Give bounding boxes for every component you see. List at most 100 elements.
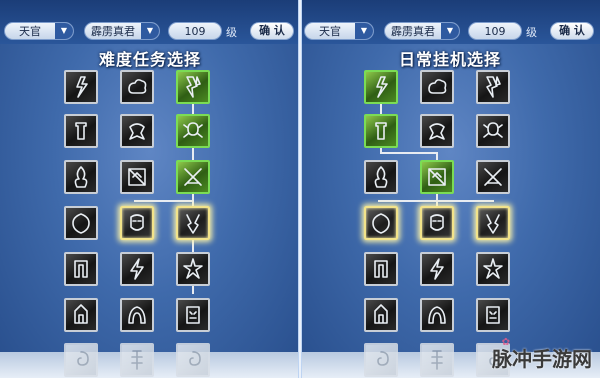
chevron-down-icon[interactable]: ▼ — [441, 23, 459, 39]
skill-glyph — [184, 168, 202, 186]
skill-glyph — [486, 76, 501, 98]
skill-glyph — [128, 168, 146, 186]
spider-skill-icon[interactable] — [176, 114, 210, 148]
skill-glyph — [428, 168, 446, 186]
beast-skill-icon[interactable] — [420, 114, 454, 148]
sigil-skill-icon[interactable] — [420, 343, 454, 377]
swirl-skill-icon[interactable] — [176, 343, 210, 377]
shield-skill-icon[interactable] — [364, 206, 398, 240]
sigil-skill-icon[interactable] — [120, 343, 154, 377]
level-unit-label: 级 — [526, 26, 537, 39]
storm-skill-icon[interactable] — [476, 206, 510, 240]
beast-skill-icon[interactable] — [120, 114, 154, 148]
skill-glyph — [74, 304, 88, 324]
faction-select[interactable]: 天官 ▼ — [304, 22, 374, 40]
panel-title: 难度任务选择 — [98, 50, 201, 69]
bolt-skill-icon[interactable] — [420, 252, 454, 286]
daily-idle-panel: 天官 ▼ 霹雳真君 ▼ 109 级 确 认 日常挂机选择 — [300, 0, 600, 378]
skill-glyph — [76, 76, 88, 98]
character-select[interactable]: 霹雳真君 ▼ — [84, 22, 160, 40]
skill-glyph — [374, 304, 388, 324]
skill-glyph — [128, 79, 147, 94]
arch-skill-icon[interactable] — [420, 298, 454, 332]
gate-skill-icon[interactable] — [364, 252, 398, 286]
connector-line — [134, 200, 194, 202]
skill-glyph — [486, 306, 500, 324]
rune-skill-icon[interactable] — [120, 160, 154, 194]
thunder-skill-icon[interactable] — [176, 70, 210, 104]
swirl-skill-icon[interactable] — [64, 343, 98, 377]
shield-skill-icon[interactable] — [64, 206, 98, 240]
faction-value: 天官 — [19, 25, 41, 38]
skill-glyph — [429, 123, 445, 140]
confirm-button[interactable]: 确 认 — [550, 22, 594, 40]
burst-skill-icon[interactable] — [176, 252, 210, 286]
cloud-skill-icon[interactable] — [120, 70, 154, 104]
skill-glyph — [130, 258, 144, 280]
swords-skill-icon[interactable] — [476, 160, 510, 194]
skill-glyph — [428, 79, 447, 94]
flame-skill-icon[interactable] — [364, 160, 398, 194]
character-value: 霹雳真君 — [391, 25, 435, 38]
skill-glyph — [372, 213, 390, 234]
confirm-button[interactable]: 确 认 — [250, 22, 294, 40]
cloud-skill-icon[interactable] — [420, 70, 454, 104]
skill-glyph — [189, 351, 201, 366]
lightning-skill-icon[interactable] — [364, 70, 398, 104]
faction-select[interactable]: 天官 ▼ — [4, 22, 74, 40]
level-input[interactable]: 109 — [168, 22, 222, 40]
chevron-down-icon[interactable]: ▼ — [55, 23, 73, 39]
tower-skill-icon[interactable] — [64, 298, 98, 332]
character-select[interactable]: 霹雳真君 ▼ — [384, 22, 460, 40]
skill-glyph — [74, 260, 88, 278]
level-input[interactable]: 109 — [468, 22, 522, 40]
skill-glyph — [486, 214, 500, 234]
burst-skill-icon[interactable] — [476, 252, 510, 286]
panel-divider — [298, 0, 302, 378]
skill-glyph — [77, 351, 89, 366]
skill-glyph — [183, 122, 203, 138]
level-unit-label: 级 — [226, 26, 237, 39]
gate-skill-icon[interactable] — [64, 252, 98, 286]
skill-glyph — [430, 214, 444, 231]
skill-glyph — [431, 350, 443, 370]
skill-glyph — [183, 258, 203, 279]
skill-glyph — [129, 123, 145, 140]
skill-glyph — [186, 76, 201, 98]
panel-title: 日常挂机选择 — [398, 50, 501, 69]
pillar-skill-icon[interactable] — [364, 114, 398, 148]
lightning-skill-icon[interactable] — [64, 70, 98, 104]
skill-glyph — [428, 306, 446, 324]
connector-line — [378, 200, 494, 202]
mask-skill-icon[interactable] — [420, 206, 454, 240]
skill-glyph — [484, 168, 502, 186]
flame-skill-icon[interactable] — [64, 160, 98, 194]
arch-skill-icon[interactable] — [120, 298, 154, 332]
skill-glyph — [483, 122, 503, 138]
bolt-skill-icon[interactable] — [120, 252, 154, 286]
spider-skill-icon[interactable] — [476, 114, 510, 148]
skill-glyph — [483, 258, 503, 279]
skill-glyph — [128, 306, 146, 324]
connector-line — [380, 152, 436, 154]
pillar-skill-icon[interactable] — [64, 114, 98, 148]
skill-glyph — [131, 350, 143, 370]
chevron-down-icon[interactable]: ▼ — [141, 23, 159, 39]
swords-skill-icon[interactable] — [176, 160, 210, 194]
tower-skill-icon[interactable] — [364, 298, 398, 332]
storm-skill-icon[interactable] — [176, 206, 210, 240]
face-skill-icon[interactable] — [176, 298, 210, 332]
chevron-down-icon[interactable]: ▼ — [355, 23, 373, 39]
rune-skill-icon[interactable] — [420, 160, 454, 194]
skill-glyph — [74, 166, 88, 188]
faction-value: 天官 — [319, 25, 341, 38]
watermark: 脉冲手游网 — [492, 347, 592, 371]
skill-glyph — [186, 306, 200, 324]
swirl-skill-icon[interactable] — [364, 343, 398, 377]
mask-skill-icon[interactable] — [120, 206, 154, 240]
thunder-skill-icon[interactable] — [476, 70, 510, 104]
character-value: 霹雳真君 — [91, 25, 135, 38]
skill-glyph — [430, 258, 444, 280]
face-skill-icon[interactable] — [476, 298, 510, 332]
skill-glyph — [377, 351, 389, 366]
